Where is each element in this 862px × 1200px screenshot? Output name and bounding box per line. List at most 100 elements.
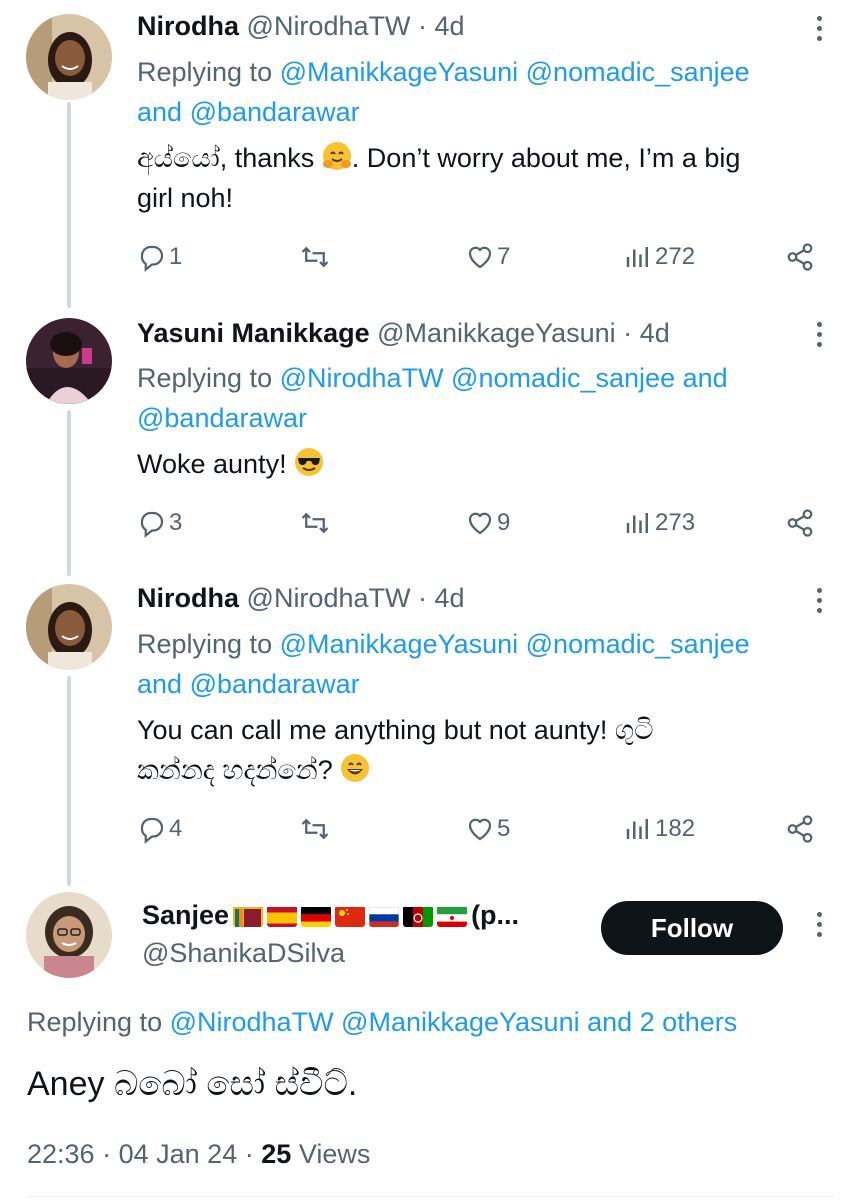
tweet-age[interactable]: 4d: [640, 318, 670, 348]
reply-icon: [140, 245, 164, 272]
heart-icon: [468, 512, 492, 535]
share-button[interactable]: [785, 812, 815, 846]
reply-button[interactable]: 3: [137, 506, 182, 540]
tweet-text-line: කන්නද හදන්නේ?: [137, 755, 333, 785]
heart-icon: [468, 818, 492, 841]
views-count: 25: [261, 1139, 292, 1169]
sri-lanka-flag-icon: [233, 905, 264, 927]
user-handle[interactable]: @ManikkageYasuni: [377, 318, 616, 348]
share-icon: [787, 243, 813, 271]
retweet-button[interactable]: [300, 506, 332, 540]
tweet-age[interactable]: 4d: [435, 583, 465, 613]
china-flag-icon: [335, 905, 366, 927]
tweet-2[interactable]: Yasuni Manikkage @ManikkageYasuni · 4d R…: [0, 306, 862, 566]
avatar[interactable]: [26, 14, 112, 100]
more-options-icon[interactable]: [814, 912, 824, 942]
tweet-time[interactable]: 22:36: [27, 1139, 95, 1169]
follow-button[interactable]: Follow: [601, 901, 783, 955]
like-button[interactable]: 5: [465, 812, 510, 846]
tweet-header: Nirodha @NirodhaTW · 4d: [137, 580, 465, 616]
more-options-icon[interactable]: [814, 322, 824, 352]
hugging-face-emoji: [322, 141, 352, 171]
reply-button[interactable]: 1: [137, 240, 182, 274]
reply-count: 3: [169, 509, 183, 536]
view-count: 182: [655, 815, 696, 842]
share-icon: [787, 815, 813, 843]
views-button[interactable]: 182: [623, 812, 695, 846]
views-chart-icon: [626, 819, 648, 839]
retweet-icon: [301, 818, 329, 840]
russia-flag-icon: [369, 905, 400, 927]
like-count: 7: [497, 243, 511, 270]
retweet-button[interactable]: [300, 240, 332, 274]
replying-to: Replying to @ManikkageYasuni @nomadic_sa…: [137, 624, 837, 704]
like-button[interactable]: 7: [465, 240, 510, 274]
display-name[interactable]: Sanjee: [142, 900, 229, 931]
display-name[interactable]: Nirodha: [137, 11, 239, 41]
replying-prefix: Replying to: [27, 1007, 163, 1037]
reply-mentions[interactable]: @ManikkageYasuni @nomadic_sanjee: [280, 57, 750, 87]
more-options-icon[interactable]: [814, 588, 824, 618]
like-button[interactable]: 9: [465, 506, 510, 540]
tweet-actions: 1 7 272: [137, 240, 827, 274]
avatar[interactable]: [26, 892, 112, 978]
reply-and: and: [682, 363, 728, 393]
share-button[interactable]: [785, 506, 815, 540]
view-count: 273: [655, 509, 696, 536]
replying-to: Replying to @NirodhaTW @ManikkageYasuni …: [27, 1002, 737, 1042]
tweet-text-line: Woke aunty!: [137, 449, 287, 479]
reply-others-link[interactable]: and 2 others: [587, 1007, 737, 1037]
afghanistan-flag-icon: [403, 905, 434, 927]
user-handle[interactable]: @NirodhaTW: [247, 11, 411, 41]
tweet-actions: 4 5 182: [137, 812, 827, 846]
views-chart-icon: [626, 513, 648, 533]
spain-flag-icon: [267, 905, 298, 927]
flag-list: [233, 905, 471, 927]
reply-mention-last[interactable]: @bandarawar: [190, 669, 360, 699]
reply-button[interactable]: 4: [137, 812, 182, 846]
retweet-button[interactable]: [300, 812, 332, 846]
reply-and: and: [137, 97, 183, 127]
reply-mentions[interactable]: @ManikkageYasuni @nomadic_sanjee: [280, 629, 750, 659]
reply-mention-last[interactable]: @bandarawar: [190, 97, 360, 127]
replying-prefix: Replying to: [137, 363, 273, 393]
views-label: Views: [298, 1139, 371, 1169]
more-options-icon[interactable]: [814, 16, 824, 46]
retweet-icon: [301, 246, 329, 268]
tweet-date[interactable]: 04 Jan 24: [119, 1139, 238, 1169]
separator: ·: [623, 318, 633, 348]
tweet-text-line: You can call me anything but not aunty! …: [137, 715, 654, 745]
reply-mentions[interactable]: @NirodhaTW @ManikkageYasuni: [170, 1007, 580, 1037]
replying-prefix: Replying to: [137, 629, 273, 659]
view-count: 272: [655, 243, 696, 270]
separator: ·: [418, 11, 427, 41]
tweet-3[interactable]: Nirodha @NirodhaTW · 4d Replying to @Man…: [0, 572, 862, 872]
display-name[interactable]: Nirodha: [137, 583, 239, 613]
user-handle[interactable]: @ShanikaDSilva: [142, 938, 345, 969]
main-display-name[interactable]: Sanjee (p...: [142, 900, 519, 931]
germany-flag-icon: [301, 905, 332, 927]
avatar[interactable]: [26, 318, 112, 404]
tweet-meta: 22:36 · 04 Jan 24 · 25 Views: [27, 1136, 370, 1172]
main-tweet-text: Aney බබෝ සෝ ස්වීට්.: [27, 1065, 358, 1103]
like-count: 9: [497, 509, 511, 536]
reply-mentions[interactable]: @NirodhaTW @nomadic_sanjee: [280, 363, 675, 393]
tweet-text: You can call me anything but not aunty! …: [137, 710, 837, 790]
share-icon: [787, 509, 813, 537]
display-name-suffix: (p...: [471, 900, 520, 930]
avatar[interactable]: [26, 584, 112, 670]
views-button[interactable]: 272: [623, 240, 695, 274]
separator: ·: [418, 583, 427, 613]
tweet-age[interactable]: 4d: [435, 11, 465, 41]
tweet-1[interactable]: Nirodha @NirodhaTW · 4d Replying to @Man…: [0, 0, 862, 300]
divider: [27, 1196, 835, 1197]
grinning-face-emoji: [340, 753, 370, 783]
views-button[interactable]: 273: [623, 506, 695, 540]
tweet-text-part: අය්යෝ, thanks: [137, 143, 315, 173]
reply-mention-last[interactable]: @bandarawar: [137, 403, 307, 433]
replying-to: Replying to @NirodhaTW @nomadic_sanjee a…: [137, 358, 837, 438]
user-handle[interactable]: @NirodhaTW: [247, 583, 411, 613]
reply-and: and: [137, 669, 183, 699]
share-button[interactable]: [785, 240, 815, 274]
display-name[interactable]: Yasuni Manikkage: [137, 318, 370, 348]
